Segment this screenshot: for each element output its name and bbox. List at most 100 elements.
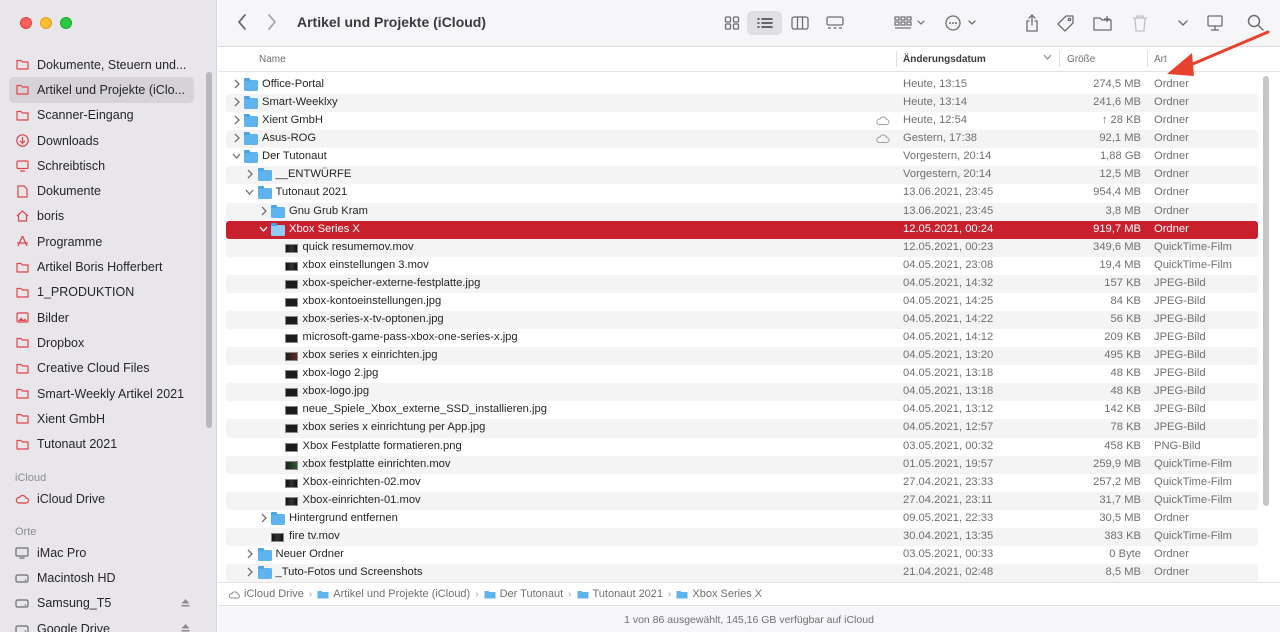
- folder-row[interactable]: Smart-Weeklxy Heute, 13:14 241,6 MB Ordner: [218, 94, 1280, 113]
- column-view-button[interactable]: [786, 11, 814, 35]
- sidebar-item-downloads[interactable]: Downloads: [9, 128, 194, 153]
- action-menu-button[interactable]: [943, 11, 981, 35]
- zoom-window-button[interactable]: [60, 17, 72, 29]
- disclosure-chevron-right-icon[interactable]: [231, 95, 241, 112]
- folder-row[interactable]: Asus-ROG Gestern, 17:38 92,1 MB Ordner: [218, 130, 1280, 149]
- folder-row[interactable]: Office-Portal Heute, 13:15 274,5 MB Ordner: [218, 76, 1280, 94]
- back-button[interactable]: [236, 13, 248, 36]
- disclosure-chevron-right-icon[interactable]: [231, 131, 241, 148]
- sidebar-item-samsung-t5[interactable]: Samsung_T5: [9, 591, 194, 616]
- folder-row[interactable]: _Tuto-Fotos und Screenshots 21.04.2021, 0…: [218, 564, 1280, 583]
- file-size: 383 KB: [1104, 529, 1141, 542]
- list-view-button[interactable]: [747, 11, 782, 35]
- disclosure-chevron-down-icon[interactable]: [231, 149, 241, 166]
- icloud-status-icon[interactable]: [875, 133, 890, 147]
- file-row[interactable]: quick resumemov.mov 12.05.2021, 00:23 349,…: [218, 238, 1280, 257]
- trash-button[interactable]: [1129, 11, 1151, 35]
- folder-row[interactable]: Tutonaut 2021 13.06.2021, 23:45 954,4 MB Or…: [218, 184, 1280, 202]
- folder-row[interactable]: Neuer Ordner 03.05.2021, 00:33 0 Byte Ordne…: [218, 546, 1280, 564]
- sidebar-item-xient-gmbh[interactable]: Xient GmbH: [9, 406, 194, 431]
- sidebar-item-smart-weekly-artikel-2021[interactable]: Smart-Weekly Artikel 2021: [9, 381, 194, 406]
- column-divider[interactable]: [1059, 51, 1060, 67]
- search-button[interactable]: [1245, 11, 1267, 35]
- file-row[interactable]: microsoft-game-pass-xbox-one-series-x.jp…: [218, 329, 1280, 347]
- sidebar-item-imac-pro[interactable]: iMac Pro: [9, 540, 194, 565]
- more-toolbar-button[interactable]: [1175, 11, 1191, 35]
- column-size[interactable]: Größe: [1067, 54, 1095, 65]
- disclosure-chevron-down-icon[interactable]: [245, 185, 255, 202]
- new-folder-button[interactable]: [1091, 11, 1115, 35]
- gallery-view-button[interactable]: [821, 11, 849, 35]
- sidebar-item-macintosh-hd[interactable]: Macintosh HD: [9, 565, 194, 590]
- sidebar-item-icloud-drive[interactable]: iCloud Drive: [9, 486, 194, 511]
- column-kind[interactable]: Art: [1154, 54, 1167, 65]
- disclosure-chevron-down-icon[interactable]: [258, 222, 268, 239]
- path-item[interactable]: Xbox Series X: [676, 588, 762, 600]
- column-divider[interactable]: [1147, 51, 1148, 67]
- sidebar-item-1-produktion[interactable]: 1_PRODUKTION: [9, 280, 194, 305]
- folder-row[interactable]: Gnu Grub Kram 13.06.2021, 23:45 3,8 MB Ordn…: [218, 202, 1280, 221]
- path-item[interactable]: Artikel und Projekte (iCloud): [317, 588, 470, 600]
- icloud-status-icon[interactable]: [875, 115, 890, 129]
- share-button[interactable]: [1021, 11, 1043, 35]
- apps-icon: [15, 235, 29, 249]
- sidebar-item-creative-cloud-files[interactable]: Creative Cloud Files: [9, 356, 194, 381]
- file-row[interactable]: Xbox-einrichten-02.mov 27.04.2021, 23:33 2…: [218, 474, 1280, 492]
- group-button[interactable]: [891, 11, 931, 35]
- disclosure-chevron-right-icon[interactable]: [258, 511, 268, 528]
- minimize-window-button[interactable]: [40, 17, 52, 29]
- sidebar-item-tutonaut-2021[interactable]: Tutonaut 2021: [9, 431, 194, 456]
- file-row[interactable]: xbox festplatte einrichten.mov 01.05.2021…: [218, 455, 1280, 474]
- sidebar-item-programme[interactable]: Programme: [9, 229, 194, 254]
- icon-view-button[interactable]: [718, 11, 746, 35]
- sidebar-item-artikel-boris-hofferbert[interactable]: Artikel Boris Hofferbert: [9, 254, 194, 279]
- sidebar-item-dokumente[interactable]: Dokumente: [9, 178, 194, 203]
- path-item[interactable]: iCloud Drive: [228, 588, 304, 600]
- tags-button[interactable]: [1055, 11, 1077, 35]
- sidebar-item-scanner-eingang[interactable]: Scanner-Eingang: [9, 103, 194, 128]
- sidebar-item-dropbox[interactable]: Dropbox: [9, 330, 194, 355]
- sort-chevron-icon[interactable]: [1043, 53, 1052, 64]
- folder-row[interactable]: Der Tutonaut Vorgestern, 20:14 1,88 GB Ordn…: [218, 148, 1280, 166]
- file-row[interactable]: xbox-series-x-tv-optonen.jpg 04.05.2021, …: [218, 311, 1280, 330]
- sidebar-item-schreibtisch[interactable]: Schreibtisch: [9, 153, 194, 178]
- sidebar-item-artikel-und-projekte-iclo[interactable]: Artikel und Projekte (iClo...: [9, 77, 194, 103]
- screen-button[interactable]: [1204, 11, 1226, 35]
- close-window-button[interactable]: [20, 17, 32, 29]
- file-row[interactable]: xbox-logo 2.jpg 04.05.2021, 13:18 48 KB JPE…: [218, 365, 1280, 383]
- file-row[interactable]: xbox-logo.jpg 04.05.2021, 13:18 48 KB JPEG-…: [218, 383, 1280, 402]
- column-divider[interactable]: [896, 51, 897, 67]
- sidebar-item-bilder[interactable]: Bilder: [9, 305, 194, 330]
- disclosure-chevron-right-icon[interactable]: [231, 77, 241, 94]
- file-row[interactable]: xbox series x einrichten.jpg 04.05.2021, …: [218, 347, 1280, 366]
- disclosure-chevron-right-icon[interactable]: [245, 547, 255, 564]
- sidebar-item-boris[interactable]: boris: [9, 204, 194, 229]
- file-row[interactable]: xbox-kontoeinstellungen.jpg 04.05.2021, 1…: [218, 293, 1280, 311]
- disclosure-chevron-right-icon[interactable]: [245, 167, 255, 184]
- file-row[interactable]: xbox series x einrichtung per App.jpg 04.…: [218, 419, 1280, 438]
- folder-row[interactable]: Xbox Series X 12.05.2021, 00:24 919,7 MB Or…: [218, 220, 1280, 239]
- disclosure-chevron-right-icon[interactable]: [231, 113, 241, 130]
- folder-row[interactable]: Hintergrund entfernen 09.05.2021, 22:33 30…: [218, 510, 1280, 528]
- forward-button[interactable]: [266, 13, 278, 36]
- eject-icon[interactable]: [181, 623, 190, 632]
- sidebar-item-google-drive[interactable]: Google Drive: [9, 616, 194, 632]
- file-row[interactable]: Xbox-einrichten-01.mov 27.04.2021, 23:11 3…: [218, 491, 1280, 510]
- sidebar-scrollbar[interactable]: [206, 72, 212, 428]
- disclosure-chevron-right-icon[interactable]: [258, 204, 268, 221]
- file-row[interactable]: xbox-speicher-externe-festplatte.jpg 04.0…: [218, 274, 1280, 294]
- column-name[interactable]: Name: [259, 54, 286, 65]
- file-list-scrollbar[interactable]: [1263, 76, 1269, 506]
- folder-row[interactable]: Xient GmbH Heute, 12:54 ↑ 28 KB Ordner: [218, 112, 1280, 130]
- path-item[interactable]: Der Tutonaut: [484, 588, 563, 600]
- folder-row[interactable]: __ENTWÜRFE Vorgestern, 20:14 12,5 MB Ordner: [218, 166, 1280, 185]
- file-row[interactable]: Xbox Festplatte formatieren.png 03.05.202…: [218, 438, 1280, 456]
- column-date[interactable]: Änderungsdatum: [903, 54, 986, 65]
- file-row[interactable]: xbox einstellungen 3.mov 04.05.2021, 23:0…: [218, 257, 1280, 275]
- sidebar-item-dokumente-steuern-und[interactable]: Dokumente, Steuern und...: [9, 52, 194, 77]
- path-item[interactable]: Tutonaut 2021: [577, 588, 663, 600]
- file-row[interactable]: fire tv.mov 30.04.2021, 13:35 383 KB QuickT…: [218, 527, 1280, 547]
- eject-icon[interactable]: [181, 598, 190, 609]
- file-row[interactable]: neue_Spiele_Xbox_externe_SSD_installiere…: [218, 401, 1280, 419]
- disclosure-chevron-right-icon[interactable]: [245, 565, 255, 582]
